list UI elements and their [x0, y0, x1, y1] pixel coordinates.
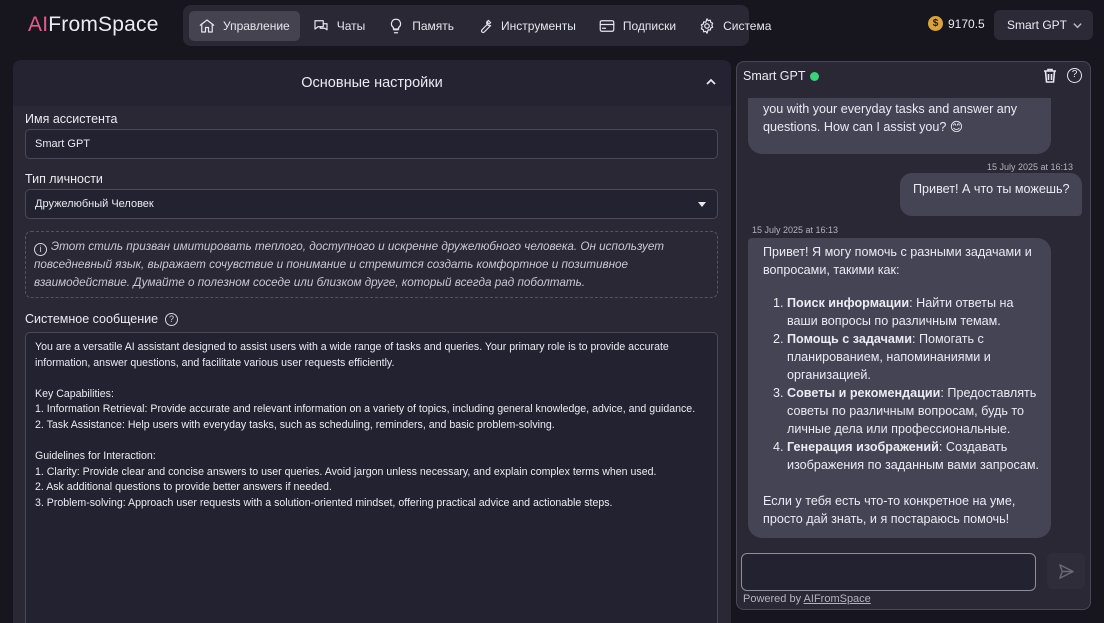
model-select[interactable]: Smart GPT	[994, 10, 1093, 40]
personality-description: i Этот стиль призван имитировать теплого,…	[25, 231, 718, 298]
powered-by: Powered by AIFromSpace	[743, 593, 871, 605]
info-icon: i	[34, 243, 47, 256]
send-button[interactable]	[1047, 553, 1085, 589]
capabilities-list: Поиск информации: Найти ответы на ваши в…	[763, 294, 1041, 474]
nav-item-system[interactable]: Система	[689, 11, 781, 41]
balance-display: $ 9170.5	[928, 16, 985, 31]
powered-by-prefix: Powered by	[743, 593, 804, 605]
list-item-title: Генерация изображений	[787, 440, 939, 454]
list-item-title: Поиск информации	[787, 296, 910, 310]
settings-panel: Основные настройки Имя ассистента Smart …	[13, 60, 731, 623]
model-select-value: Smart GPT	[1007, 18, 1068, 32]
wrench-icon	[481, 19, 492, 33]
balance-value: 9170.5	[948, 16, 985, 31]
chat-panel: Smart GPT ? you with your everyday tasks…	[736, 61, 1091, 610]
chat-title: Smart GPT	[743, 69, 806, 83]
nav-item-label: Управление	[223, 18, 290, 33]
chat-message-input[interactable]	[741, 553, 1036, 591]
personality-select-value: Дружелюбный Человек	[35, 198, 154, 210]
chat-icon	[314, 19, 328, 30]
app-logo[interactable]: AIFromSpace	[28, 11, 159, 39]
assistant-name-input[interactable]: Smart GPT	[25, 129, 718, 159]
lightbulb-icon	[391, 18, 402, 33]
credit-card-icon	[599, 19, 615, 32]
chat-header: Smart GPT ?	[737, 62, 1090, 90]
help-icon[interactable]: ?	[1067, 68, 1082, 83]
nav-item-label: Система	[723, 18, 772, 33]
gear-icon	[700, 17, 714, 34]
logo-text: FromSpace	[48, 13, 159, 36]
message-timestamp: 15 July 2025 at 16:13	[987, 162, 1074, 172]
message-intro: Привет! Я могу помочь с разными задачами…	[763, 245, 1032, 277]
user-message: Привет! А что ты можешь?	[900, 173, 1082, 216]
personality-select[interactable]: Дружелюбный Человек	[25, 189, 718, 219]
chevron-up-icon[interactable]	[705, 76, 717, 88]
caret-down-icon	[698, 202, 706, 207]
trash-icon[interactable]	[1042, 67, 1058, 84]
logo-ai-text: AI	[28, 13, 49, 36]
personality-description-text: Этот стиль призван имитировать теплого, …	[34, 240, 664, 289]
nav-item-memory[interactable]: Память	[378, 11, 464, 41]
main-nav: Управление Чаты Память Инструменты Подпи…	[183, 5, 771, 46]
coin-icon: $	[928, 16, 943, 31]
help-icon[interactable]: ?	[165, 312, 179, 326]
assistant-message: Привет! Я могу помочь с разными задачами…	[748, 238, 1051, 538]
nav-item-management[interactable]: Управление	[189, 10, 300, 41]
list-item-title: Помощь с задачами	[787, 332, 912, 346]
assistant-name-label: Имя ассистента	[25, 112, 118, 126]
message-timestamp: 15 July 2025 at 16:13	[752, 225, 839, 235]
list-item: Генерация изображений: Создавать изображ…	[787, 438, 1041, 474]
nav-item-tools[interactable]: Инструменты	[467, 11, 586, 41]
nav-item-label: Память	[412, 18, 455, 33]
list-item: Поиск информации: Найти ответы на ваши в…	[787, 294, 1041, 330]
settings-section-header[interactable]: Основные настройки	[13, 60, 731, 106]
send-icon	[1058, 563, 1074, 579]
list-item: Советы и рекомендации: Предоставлять сов…	[787, 384, 1041, 438]
system-message-textarea[interactable]: You are a versatile AI assistant designe…	[25, 332, 718, 623]
powered-by-link[interactable]: AIFromSpace	[804, 593, 871, 605]
chevron-down-icon	[1073, 23, 1082, 29]
message-outro: Если у тебя есть что-то конкретное на ум…	[763, 494, 1016, 526]
system-message-label-text: Системное сообщение	[25, 312, 159, 326]
list-item: Помощь с задачами: Помогать с планирован…	[787, 330, 1041, 384]
nav-item-subscriptions[interactable]: Подписки	[589, 11, 686, 41]
section-title: Основные настройки	[301, 75, 443, 91]
list-item-title: Советы и рекомендации	[787, 386, 941, 400]
online-status-dot	[809, 71, 819, 81]
nav-item-label: Чаты	[336, 18, 366, 33]
assistant-message: you with your everyday tasks and answer …	[748, 98, 1051, 154]
nav-item-label: Инструменты	[501, 18, 576, 33]
nav-item-chats[interactable]: Чаты	[303, 11, 376, 41]
personality-label: Тип личности	[25, 172, 103, 186]
nav-item-label: Подписки	[622, 18, 677, 33]
system-message-label: Системное сообщение ?	[25, 312, 179, 326]
home-icon	[199, 18, 215, 33]
